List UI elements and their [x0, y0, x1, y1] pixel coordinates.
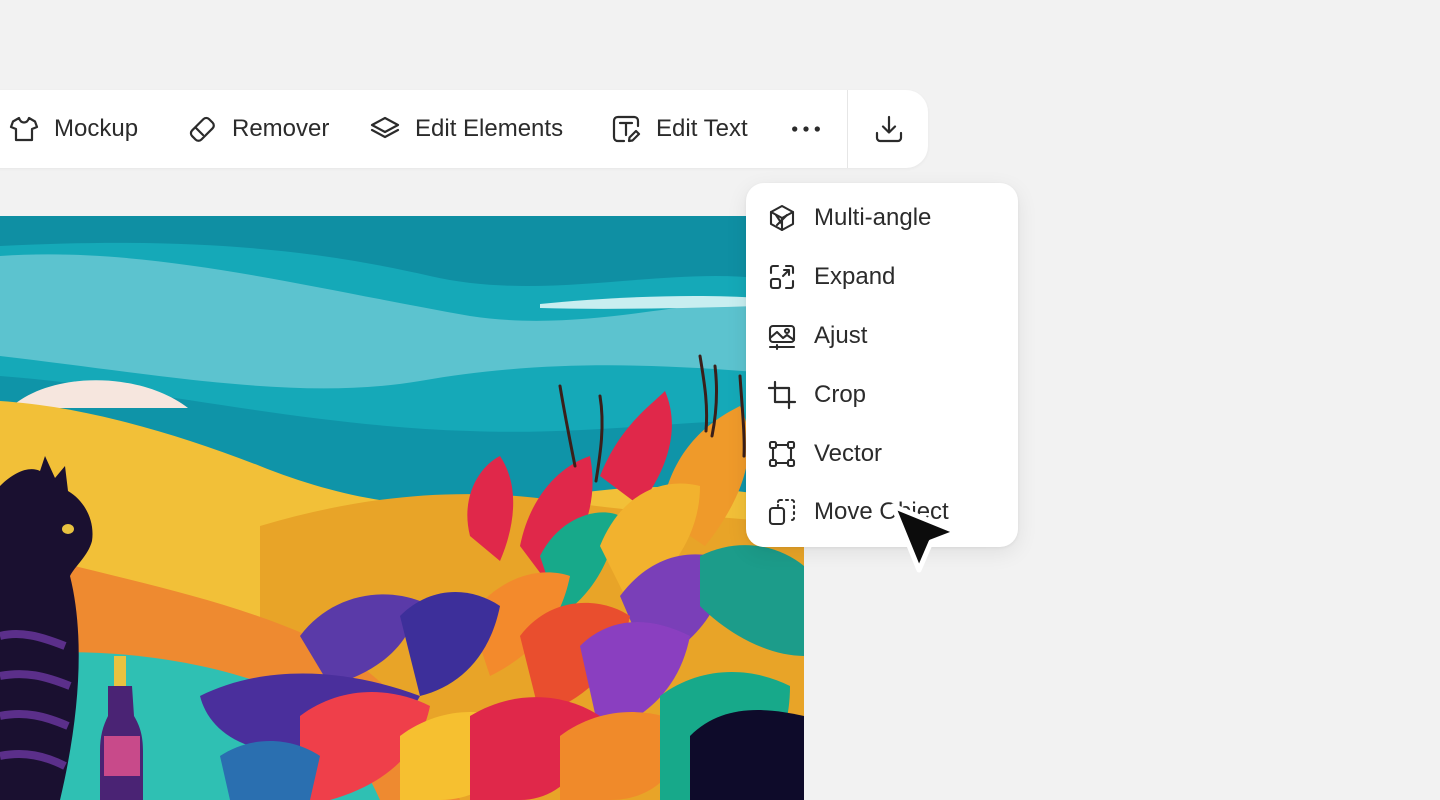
more-horizontal-icon	[790, 113, 822, 145]
menu-item-crop[interactable]: Crop	[766, 371, 1006, 419]
eraser-icon	[186, 113, 218, 145]
download-icon	[873, 113, 905, 145]
menu-item-vector[interactable]: Vector	[766, 430, 1006, 478]
more-options-menu: Multi-angle Expand Ajust Crop Vector Mov…	[746, 183, 1018, 547]
toolbar-remover-button[interactable]: Remover	[186, 90, 329, 168]
menu-item-move-object[interactable]: Move Object	[766, 488, 1006, 536]
menu-item-ajust-label: Ajust	[814, 322, 868, 349]
toolbar-edit-text-label: Edit Text	[656, 115, 748, 142]
vector-icon	[766, 438, 798, 470]
menu-item-multi-angle-label: Multi-angle	[814, 204, 932, 231]
bottle-cap	[114, 656, 126, 686]
toolbar-edit-elements-button[interactable]: Edit Elements	[369, 90, 563, 168]
menu-item-crop-label: Crop	[814, 381, 867, 408]
layers-icon	[369, 113, 401, 145]
leaf-dark	[690, 710, 804, 800]
menu-item-vector-label: Vector	[814, 440, 883, 467]
toolbar-mockup-button[interactable]: Mockup	[8, 90, 138, 168]
bottle-label	[104, 736, 140, 776]
menu-item-expand[interactable]: Expand	[766, 253, 1006, 301]
toolbar-mockup-label: Mockup	[54, 115, 139, 142]
image-canvas[interactable]	[0, 216, 804, 800]
text-edit-icon	[610, 113, 642, 145]
leaf-blue	[220, 741, 320, 800]
crop-icon	[766, 379, 798, 411]
tshirt-icon	[8, 113, 40, 145]
download-button[interactable]	[871, 90, 907, 168]
cube-icon	[766, 202, 798, 234]
toolbar-divider	[847, 90, 848, 168]
editor-toolbar: Mockup Remover Edit Elements Edit Text	[0, 90, 928, 168]
more-options-button[interactable]	[786, 90, 826, 168]
menu-item-ajust[interactable]: Ajust	[766, 312, 1006, 360]
toolbar-edit-elements-label: Edit Elements	[415, 115, 564, 142]
toolbar-edit-text-button[interactable]: Edit Text	[610, 90, 748, 168]
toolbar-remover-label: Remover	[232, 115, 330, 142]
menu-item-multi-angle[interactable]: Multi-angle	[766, 194, 1006, 242]
menu-item-expand-label: Expand	[814, 263, 896, 290]
adjust-image-icon	[766, 320, 798, 352]
menu-item-move-object-label: Move Object	[814, 498, 949, 525]
editor-stage: Mockup Remover Edit Elements Edit Text M…	[0, 0, 1440, 800]
cat-eye	[62, 524, 74, 534]
expand-icon	[766, 261, 798, 293]
move-object-icon	[766, 496, 798, 528]
landscape-illustration	[0, 216, 804, 800]
